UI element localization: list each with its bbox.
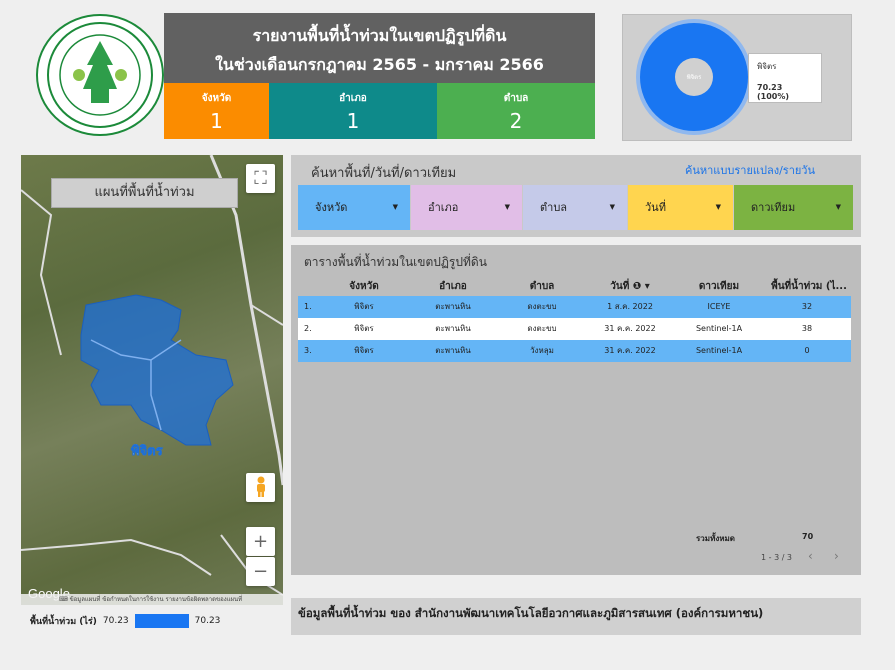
pie-tooltip: พิจิตร 70.23 (100%) bbox=[748, 53, 822, 103]
filter-subdistrict-dropdown[interactable]: ตำบล ▼ bbox=[523, 185, 627, 230]
cell-satellite: ICEYE bbox=[707, 302, 731, 311]
row-number: 2. bbox=[304, 324, 312, 333]
caret-down-icon: ▼ bbox=[504, 203, 510, 211]
cell-province: พิจิตร bbox=[354, 302, 374, 311]
zoom-out-button[interactable]: − bbox=[246, 557, 275, 586]
pagination-text: 1 - 3 / 3 bbox=[761, 553, 793, 562]
kpi-subdistrict: ตำบล 2 bbox=[437, 83, 595, 139]
col-header-satellite[interactable]: ดาวเทียม bbox=[680, 279, 758, 294]
flood-polygon bbox=[80, 294, 234, 446]
flood-table-panel bbox=[291, 245, 861, 575]
filter-province-label: จังหวัด bbox=[315, 201, 348, 214]
legend-max: 70.23 bbox=[194, 616, 221, 626]
title-line-1: รายงานพื้นที่น้ำท่วมในเขตปฏิรูปที่ดิน bbox=[252, 26, 507, 45]
logo-emblem-icon bbox=[47, 22, 153, 128]
table-row[interactable]: 3. พิจิตร ตะพานหิน วังหลุม 31 ค.ค. 2022 … bbox=[298, 340, 851, 362]
cell-subdistrict: ดงตะขบ bbox=[527, 324, 557, 333]
table-title: ตารางพื้นที่น้ำท่วมในเขตปฏิรูปที่ดิน bbox=[304, 255, 487, 269]
kpi-province: จังหวัด 1 bbox=[164, 83, 269, 139]
pie-center-label: พิจิตร bbox=[687, 74, 702, 81]
filter-date-label: วันที่ bbox=[645, 201, 666, 214]
filter-satellite-dropdown[interactable]: ดาวเทียม ▼ bbox=[734, 185, 853, 230]
col-header-district[interactable]: อำเภอ bbox=[420, 279, 486, 294]
search-title: ค้นหาพื้นที่/วันที่/ดาวเทียม bbox=[311, 166, 457, 181]
col-header-area[interactable]: พื้นที่น้ำท่วม (ไ... bbox=[764, 279, 854, 294]
flood-map[interactable]: พิจิตร bbox=[21, 155, 283, 605]
map-footer-links[interactable]: ⌨ ข้อมูลแผนที่ ข้อกำหนดในการใช้งาน รายงา… bbox=[21, 594, 283, 605]
alro-logo bbox=[36, 14, 164, 136]
kpi-province-value: 1 bbox=[210, 109, 223, 133]
cell-satellite: Sentinel-1A bbox=[695, 324, 743, 333]
legend-min: 70.23 bbox=[102, 616, 129, 626]
kpi-district-value: 1 bbox=[346, 109, 360, 133]
report-title: รายงานพื้นที่น้ำท่วมในเขตปฏิรูปที่ดิน ใน… bbox=[164, 13, 595, 83]
kpi-subdistrict-value: 2 bbox=[509, 109, 523, 133]
col-header-province[interactable]: จังหวัด bbox=[335, 279, 393, 294]
caret-down-icon: ▼ bbox=[835, 203, 841, 211]
cell-area: 0 bbox=[804, 346, 810, 355]
cell-area: 32 bbox=[801, 302, 813, 311]
table-row[interactable]: 1. พิจิตร ตะพานหิน ดงตะขบ 1 ส.ค. 2022 IC… bbox=[298, 296, 851, 318]
cell-province: พิจิตร bbox=[354, 324, 374, 333]
caret-down-icon: ▼ bbox=[609, 203, 615, 211]
cell-district: ตะพานหิน bbox=[435, 302, 471, 311]
row-number: 1. bbox=[304, 302, 312, 311]
cell-district: ตะพานหิน bbox=[435, 324, 471, 333]
cell-date: 31 ค.ค. 2022 bbox=[604, 346, 656, 355]
col-header-date[interactable]: วันที่ ❶ ▾ bbox=[590, 279, 670, 294]
legend-color-bar bbox=[134, 614, 189, 628]
kpi-subdistrict-label: ตำบล bbox=[503, 93, 529, 104]
kpi-district-label: อำเภอ bbox=[339, 93, 367, 104]
pie-tooltip-value: 70.23 (100%) bbox=[757, 83, 790, 101]
filter-district-label: อำเภอ bbox=[428, 201, 459, 214]
filter-satellite-label: ดาวเทียม bbox=[751, 201, 796, 214]
caret-down-icon: ▼ bbox=[715, 203, 721, 211]
fullscreen-button[interactable]: ⛶ bbox=[246, 164, 275, 193]
caret-down-icon: ▼ bbox=[392, 203, 398, 211]
street-view-pegman-icon[interactable] bbox=[246, 473, 275, 502]
cell-subdistrict: วังหลุม bbox=[530, 346, 554, 355]
cell-date: 31 ค.ค. 2022 bbox=[604, 324, 656, 333]
cell-province: พิจิตร bbox=[354, 346, 374, 355]
map-title: แผนที่พื้นที่น้ำท่วม bbox=[51, 178, 238, 208]
zoom-in-button[interactable]: + bbox=[246, 527, 275, 556]
legend-label: พื้นที่น้ำท่วม (ไร่) bbox=[30, 617, 97, 627]
cell-satellite: Sentinel-1A bbox=[695, 346, 743, 355]
table-row[interactable]: 2. พิจิตร ตะพานหิน ดงตะขบ 31 ค.ค. 2022 S… bbox=[298, 318, 851, 340]
kpi-province-label: จังหวัด bbox=[201, 93, 232, 104]
col-header-subdistrict[interactable]: ตำบล bbox=[510, 279, 574, 294]
kpi-district: อำเภอ 1 bbox=[269, 83, 437, 139]
filter-subdistrict-label: ตำบล bbox=[540, 201, 568, 214]
filter-district-dropdown[interactable]: อำเภอ ▼ bbox=[411, 185, 522, 230]
total-label: รวมทั้งหมด bbox=[696, 534, 735, 543]
prev-page-chevron-icon[interactable]: ‹ bbox=[808, 549, 813, 563]
cell-area: 38 bbox=[801, 324, 813, 333]
filter-date-dropdown[interactable]: วันที่ ▼ bbox=[628, 185, 733, 230]
search-by-plot-link[interactable]: ค้นหาแบบรายแปลง/รายวัน bbox=[685, 161, 815, 179]
cell-district: ตะพานหิน bbox=[435, 346, 471, 355]
row-number: 3. bbox=[304, 346, 312, 355]
data-credit: ข้อมูลพื้นที่น้ำท่วม ของ สำนักงานพัฒนาเท… bbox=[291, 598, 861, 635]
total-value: 70 bbox=[802, 532, 814, 541]
filter-province-dropdown[interactable]: จังหวัด ▼ bbox=[298, 185, 410, 230]
title-line-2: ในช่วงเดือนกรกฎาคม 2565 - มกราคม 2566 bbox=[215, 55, 544, 74]
cell-date: 1 ส.ค. 2022 bbox=[607, 302, 653, 311]
map-place-label: พิจิตร bbox=[131, 444, 163, 459]
area-legend: พื้นที่น้ำท่วม (ไร่) 70.23 70.23 bbox=[30, 613, 220, 629]
pie-tooltip-name: พิจิตร bbox=[757, 62, 777, 71]
next-page-chevron-icon[interactable]: › bbox=[834, 549, 839, 563]
cell-subdistrict: ดงตะขบ bbox=[527, 302, 557, 311]
